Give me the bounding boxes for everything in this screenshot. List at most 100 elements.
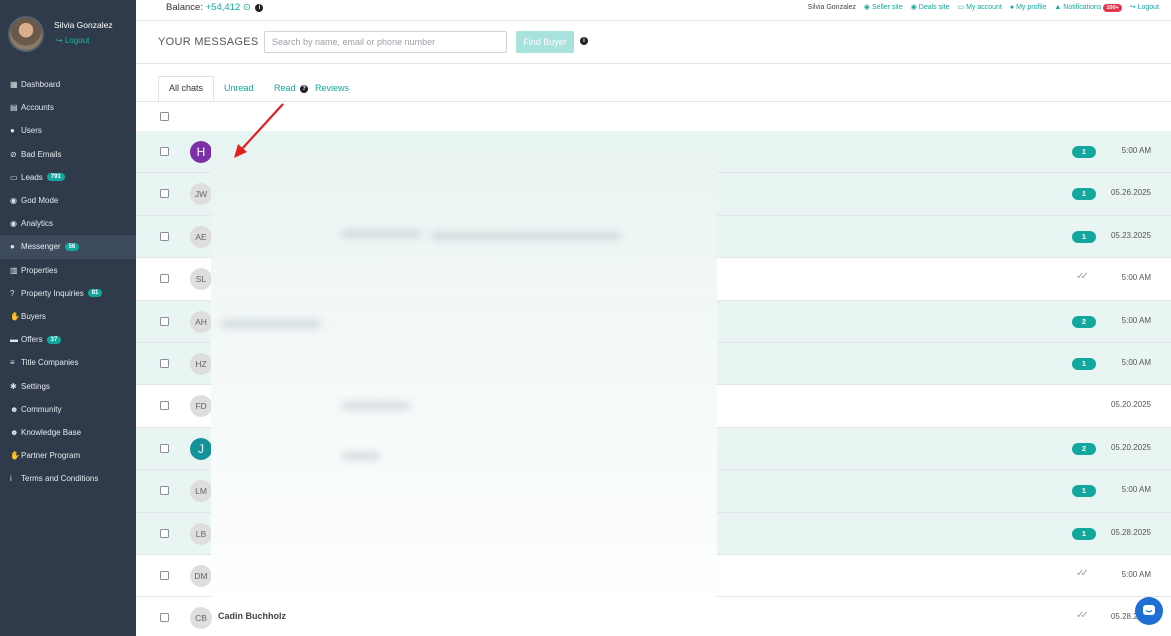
sidebar-item-accounts[interactable]: ▤ Accounts [0, 96, 136, 119]
contact-avatar: LB [190, 522, 212, 545]
sidebar-item-label: Offers [21, 335, 43, 345]
blur-smudge [221, 320, 321, 328]
row-checkbox[interactable] [160, 147, 169, 156]
message-time: 05.23.2025 [1110, 230, 1151, 240]
sidebar-item-partner-program[interactable]: ✋ Partner Program [0, 444, 136, 467]
unread-count-badge: 1 [1072, 146, 1096, 158]
sidebar-item-offers[interactable]: ▬ Offers 37 [0, 328, 136, 351]
contact-avatar: AH [190, 310, 212, 333]
tab-unread[interactable]: Unread [224, 77, 254, 102]
notifications-badge: 100+ [1103, 3, 1122, 12]
messages-header: YOUR MESSAGES Find Buyer i [136, 22, 1171, 64]
read-info-icon[interactable]: ? [300, 85, 309, 93]
find-buyer-button[interactable]: Find Buyer [516, 31, 574, 53]
link-my-account[interactable]: ▭ My account [958, 3, 1002, 11]
gear-icon: ✱ [10, 381, 17, 391]
profile-name: Silvia Gonzalez [54, 20, 113, 30]
sidebar-item-community[interactable]: ☻ Community [0, 398, 136, 421]
link-notifications[interactable]: ▲ Notifications 100+ [1054, 3, 1122, 12]
support-chat-button[interactable] [1135, 597, 1163, 625]
contact-avatar: FD [190, 395, 212, 418]
contact-avatar: H [190, 141, 212, 163]
sidebar-item-label: Property Inquiries [21, 288, 84, 298]
count-badge: 37 [46, 335, 62, 344]
sidebar-item-knowledge-base[interactable]: ☻ Knowledge Base [0, 421, 136, 444]
row-checkbox[interactable] [160, 613, 169, 623]
link-my-profile[interactable]: ● My profile [1010, 4, 1047, 11]
tab-read[interactable]: Read ? [274, 77, 309, 102]
money-icon: ▬ [10, 335, 18, 345]
contact-avatar: CB [190, 607, 212, 630]
message-time: 5:00 AM [1121, 357, 1151, 367]
sidebar-item-label: Community [21, 404, 62, 414]
row-checkbox[interactable] [160, 570, 169, 580]
link-deals-site[interactable]: ◉ Deals site [911, 3, 950, 11]
search-input[interactable] [264, 31, 507, 53]
message-time: 05.20.2025 [1110, 400, 1151, 410]
row-checkbox[interactable] [160, 358, 169, 368]
globe-icon: ◉ [10, 219, 17, 229]
link-notifications-label: Notifications [1063, 3, 1102, 11]
unread-count-badge: 1 [1072, 357, 1096, 370]
sidebar-item-properties[interactable]: ▥ Properties [0, 259, 136, 282]
handshake-icon: ✋ [10, 311, 20, 321]
tab-reviews[interactable]: Reviews [315, 77, 349, 102]
unread-count-badge: 2 [1072, 442, 1096, 455]
find-info-icon[interactable]: i [580, 37, 588, 45]
profile-block: Silvia Gonzalez ↪ Logout [0, 0, 136, 70]
contact-avatar: LM [190, 480, 212, 503]
select-all-checkbox[interactable] [160, 112, 169, 121]
contact-avatar: SL [190, 268, 212, 291]
sidebar-item-analytics[interactable]: ◉ Analytics [0, 212, 136, 235]
message-time: 5:00 AM [1121, 485, 1151, 495]
dashboard-icon: ▦ [10, 80, 18, 90]
sidebar-item-label: Properties [21, 265, 58, 275]
count-badge: 81 [87, 289, 103, 298]
message-time: 05.26.2025 [1110, 188, 1151, 198]
sidebar-item-label: Accounts [21, 103, 54, 113]
unread-count-badge: 1 [1072, 485, 1096, 498]
sidebar-item-leads[interactable]: ▭ Leads 791 [0, 166, 136, 189]
user-icon: ● [10, 126, 15, 136]
row-checkbox[interactable] [160, 316, 169, 326]
sidebar-item-bad-emails[interactable]: ⊘ Bad Emails [0, 143, 136, 166]
unread-count-badge: 1 [1072, 527, 1096, 540]
sidebar-nav: ▦ Dashboard ▤ Accounts ● Users ⊘ Bad Emails ▭ Lea… [0, 73, 136, 490]
sidebar-item-buyers[interactable]: ✋ Buyers [0, 305, 136, 328]
chat-icon: ● [10, 242, 15, 252]
sidebar-item-label: Terms and Conditions [21, 474, 99, 484]
sidebar-item-god-mode[interactable]: ◉ God Mode [0, 189, 136, 212]
info-icon[interactable]: i [255, 4, 264, 12]
sidebar-item-messenger[interactable]: ● Messenger 56 [0, 235, 136, 259]
chat-tabs: All chats Unread Read ? Reviews [136, 64, 1171, 102]
blur-smudge [431, 232, 621, 240]
tab-all-chats[interactable]: All chats [158, 76, 214, 101]
row-checkbox[interactable] [160, 528, 169, 538]
sidebar-item-label: Settings [21, 381, 50, 391]
sidebar-item-property-inquiries[interactable]: ? Property Inquiries 81 [0, 282, 136, 305]
sidebar-item-label: Leads [21, 172, 43, 182]
row-checkbox[interactable] [160, 443, 169, 453]
sidebar-item-settings[interactable]: ✱ Settings [0, 374, 136, 397]
row-checkbox[interactable] [160, 486, 169, 496]
avatar[interactable] [8, 16, 44, 52]
contact-avatar: HZ [190, 352, 212, 375]
sidebar-item-users[interactable]: ● Users [0, 119, 136, 142]
row-checkbox[interactable] [160, 274, 169, 284]
sidebar-item-label: Messenger [21, 242, 61, 252]
sidebar-logout-link[interactable]: ↪ Logout [56, 36, 89, 45]
message-time: 05.28.2025 [1110, 527, 1151, 537]
row-checkbox[interactable] [160, 189, 169, 199]
sidebar-item-terms-and-conditions[interactable]: i Terms and Conditions [0, 467, 136, 490]
ban-icon: ⊘ [10, 149, 17, 159]
top-logout-link[interactable]: ↪ Logout [1130, 3, 1159, 11]
sidebar-item-title-companies[interactable]: ≡ Title Companies [0, 351, 136, 374]
chat-icon [1143, 605, 1155, 615]
row-checkbox[interactable] [160, 401, 169, 411]
message-time: 05.20.2025 [1110, 442, 1151, 452]
sidebar-item-label: Dashboard [21, 80, 61, 90]
link-seller-site[interactable]: ◉ Seller site [864, 3, 903, 11]
blur-smudge [341, 230, 421, 238]
row-checkbox[interactable] [160, 231, 169, 241]
sidebar-item-dashboard[interactable]: ▦ Dashboard [0, 73, 136, 96]
